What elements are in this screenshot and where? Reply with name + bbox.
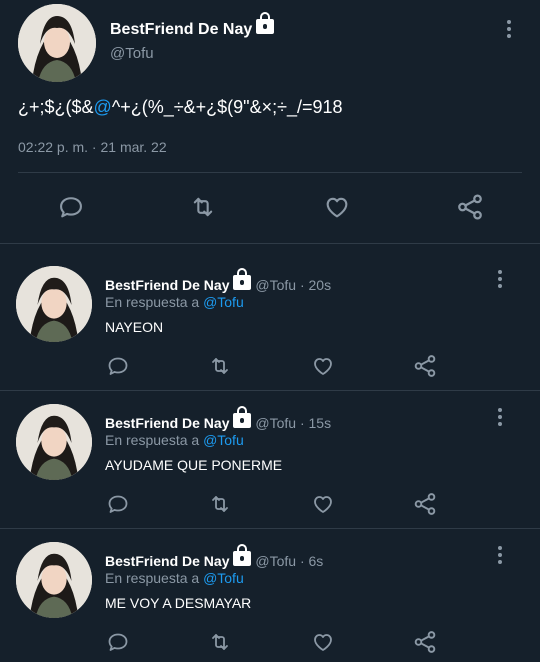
reply-icon[interactable] [57,193,85,221]
lock-icon [233,406,252,428]
divider [0,528,540,529]
display-name[interactable]: BestFriend De Nay [105,277,229,293]
share-icon[interactable] [412,491,438,517]
reply-header: BestFriend De Nay @Tofu · 15s [105,406,331,431]
tweet-timestamp[interactable]: 02:22 p. m. · 21 mar. 22 [18,139,167,155]
avatar[interactable] [16,266,92,342]
handle[interactable]: @Tofu [110,45,154,62]
lock-icon [233,268,252,290]
handle[interactable]: @Tofu [255,277,296,293]
reply-context: En respuesta a @Tofu [105,570,244,586]
reply-header: BestFriend De Nay @Tofu · 6s [105,544,323,569]
reply-time[interactable]: · 6s [300,553,323,569]
display-name[interactable]: BestFriend De Nay [105,415,229,431]
lock-icon [233,544,252,566]
tweet-text-part: ¿+;$¿($& [18,97,94,117]
handle[interactable]: @Tofu [255,415,296,431]
heart-icon[interactable] [310,630,336,654]
display-name-text[interactable]: BestFriend De Nay [110,21,252,38]
reply-time[interactable]: · 15s [300,415,331,431]
divider [0,390,540,391]
more-icon[interactable] [506,20,512,41]
reply-prefix: En respuesta a [105,432,200,448]
avatar[interactable] [16,542,92,618]
share-icon[interactable] [455,192,485,222]
reply-icon[interactable] [106,630,130,654]
reply-to-link[interactable]: @Tofu [203,432,244,448]
reply-time[interactable]: · 20s [300,277,331,293]
heart-icon[interactable] [310,492,336,516]
avatar[interactable] [16,404,92,480]
display-name[interactable]: BestFriend De Nay [105,553,229,569]
handle[interactable]: @Tofu [255,553,296,569]
divider [18,172,522,173]
mention-link[interactable]: @ [94,97,112,117]
more-icon[interactable] [497,270,503,291]
reply-icon[interactable] [106,354,130,378]
reply-header: BestFriend De Nay @Tofu · 20s [105,268,331,293]
retweet-icon[interactable] [207,492,233,516]
reply-icon[interactable] [106,492,130,516]
share-icon[interactable] [412,353,438,379]
reply-context: En respuesta a @Tofu [105,432,244,448]
tweet-text: ¿+;$¿($&@^+¿(%_÷&+¿$(9"&×;÷_/=918 [18,97,343,118]
retweet-icon[interactable] [207,630,233,654]
heart-icon[interactable] [322,193,352,221]
retweet-icon[interactable] [207,354,233,378]
avatar[interactable] [18,4,96,82]
reply-prefix: En respuesta a [105,570,200,586]
reply-to-link[interactable]: @Tofu [203,294,244,310]
lock-icon [256,12,275,34]
heart-icon[interactable] [310,354,336,378]
more-icon[interactable] [497,408,503,429]
reply-text: NAYEON [105,319,164,335]
divider [0,243,540,244]
reply-to-link[interactable]: @Tofu [203,570,244,586]
share-icon[interactable] [412,629,438,655]
reply-text: ME VOY A DESMAYAR [105,595,252,611]
retweet-icon[interactable] [188,193,218,221]
display-name[interactable]: BestFriend De Nay [110,12,275,39]
reply-text: AYUDAME QUE PONERME [105,457,283,473]
reply-context: En respuesta a @Tofu [105,294,244,310]
tweet-text-part: ^+¿(%_÷&+¿$(9"&×;÷_/=918 [111,97,343,117]
reply-prefix: En respuesta a [105,294,200,310]
more-icon[interactable] [497,546,503,567]
